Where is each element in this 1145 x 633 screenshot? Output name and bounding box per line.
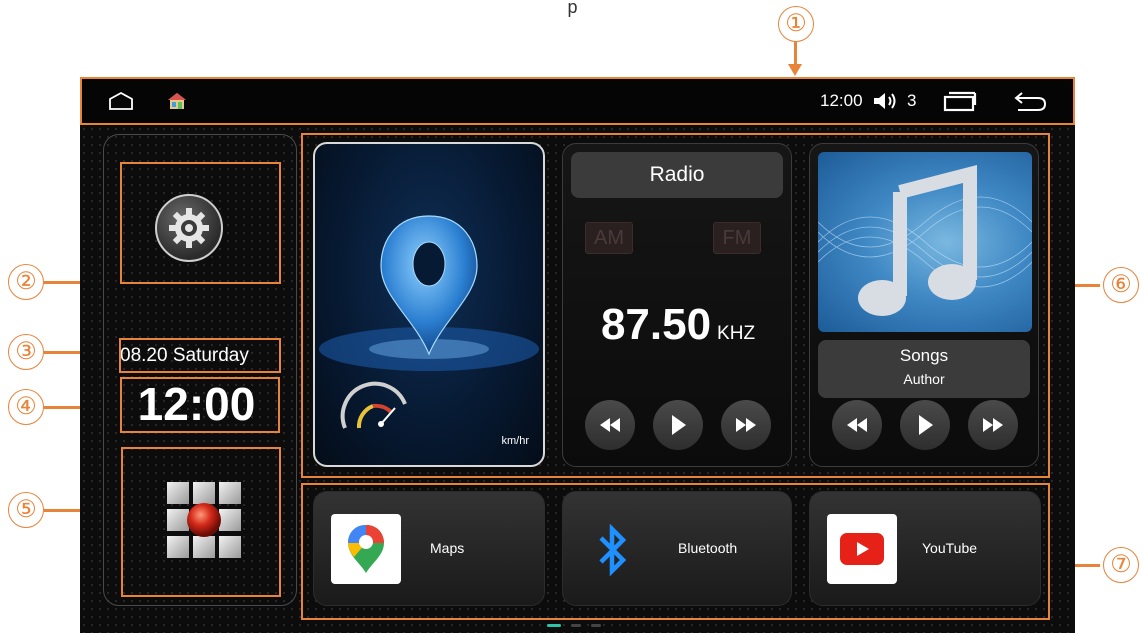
head-unit-screen: 12:00 3 08.20 Saturday 12:00 km/hr Radio…	[80, 77, 1075, 633]
cropped-caption: p	[567, 0, 578, 17]
highlight-status-bar	[80, 77, 1075, 125]
highlight-apps-drawer	[121, 447, 281, 597]
page-indicator	[571, 624, 581, 627]
highlight-widgets	[301, 133, 1050, 478]
callout-3: ③	[8, 334, 44, 370]
callout-5: ⑤	[8, 492, 44, 528]
page-indicator	[591, 624, 601, 627]
callout-7: ⑦	[1103, 547, 1139, 583]
callout-4: ④	[8, 389, 44, 425]
highlight-app-shortcuts	[301, 483, 1050, 620]
callout-2: ②	[8, 264, 44, 300]
callout-1: ①	[778, 6, 814, 42]
callout-6: ⑥	[1103, 267, 1139, 303]
highlight-date	[119, 338, 281, 373]
highlight-settings	[120, 162, 281, 284]
highlight-clock	[120, 377, 280, 433]
page-indicator-active	[547, 624, 561, 627]
callout-1-arrow	[788, 42, 802, 76]
